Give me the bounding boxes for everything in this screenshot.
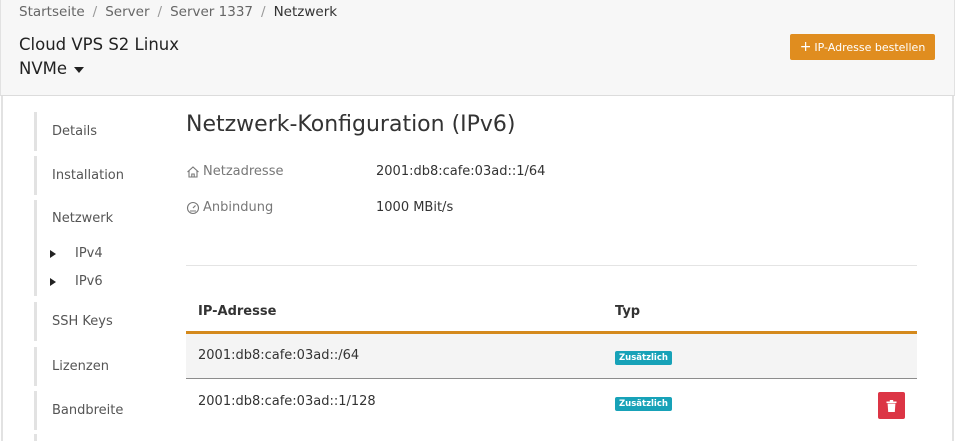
speedometer-icon — [186, 201, 200, 214]
network-address-value: 2001:db8:cafe:03ad::1/64 — [376, 164, 546, 179]
ip-address-cell: 2001:db8:cafe:03ad::1/128 — [198, 394, 376, 409]
breadcrumb: Startseite / Server / Server 1337 / Netzwerk — [19, 4, 337, 20]
server-selector[interactable]: Cloud VPS S2 Linux NVMe — [19, 33, 179, 81]
sidebar-item-label: IPv4 — [75, 246, 103, 261]
sidebar-item-lizenzen[interactable]: Lizenzen — [34, 347, 164, 386]
breadcrumb-separator: / — [92, 4, 98, 20]
table-header: IP-Adresse Typ — [186, 291, 917, 334]
table-row: 2001:db8:cafe:03ad::1/128 Zusätzlich — [186, 380, 917, 425]
sidebar-item-label: Installation — [52, 168, 125, 183]
sidebar-item-label: Details — [52, 124, 98, 139]
column-header-ip: IP-Adresse — [198, 304, 277, 319]
sidebar-item-installation[interactable]: Installation — [34, 156, 164, 195]
sidebar-item-label: Netzwerk — [52, 211, 114, 226]
server-title-line1: Cloud VPS S2 Linux — [19, 35, 180, 54]
page-title: Netzwerk-Konfiguration (IPv6) — [186, 112, 516, 137]
sidebar-item-more — [34, 434, 164, 441]
sidebar-item-ipv4[interactable]: IPv4 — [50, 246, 103, 261]
connection-label: Anbindung — [186, 200, 273, 215]
home-icon — [187, 165, 199, 178]
sidebar-item-label: SSH Keys — [52, 314, 113, 329]
table-row: 2001:db8:cafe:03ad::/64 Zusätzlich — [186, 334, 917, 379]
delete-ip-button[interactable] — [878, 392, 905, 419]
sidebar-item-ssh-keys[interactable]: SSH Keys — [34, 302, 164, 341]
server-title-line2: NVMe — [19, 59, 68, 78]
column-header-type: Typ — [615, 304, 641, 319]
page-header: Startseite / Server / Server 1337 / Netzwerk C… — [0, 0, 955, 96]
type-badge: Zusätzlich — [615, 397, 672, 411]
breadcrumb-server[interactable]: Server — [105, 4, 149, 20]
breadcrumb-netzwerk: Netzwerk — [273, 4, 338, 20]
caret-down-icon — [74, 66, 85, 73]
breadcrumb-separator: / — [261, 4, 266, 20]
breadcrumb-server-1337[interactable]: Server 1337 — [170, 4, 253, 20]
triangle-right-icon — [50, 277, 56, 286]
order-ip-button[interactable]: + IP-Adresse bestellen — [790, 34, 935, 60]
sidebar-item-label: IPv6 — [75, 274, 103, 289]
ip-address-cell: 2001:db8:cafe:03ad::/64 — [198, 348, 360, 363]
sidebar-item-ipv6[interactable]: IPv6 — [50, 274, 103, 289]
connection-label-text: Anbindung — [203, 200, 274, 215]
sidebar-item-label: Lizenzen — [52, 359, 109, 374]
section-divider — [186, 265, 917, 266]
type-badge: Zusätzlich — [615, 351, 672, 365]
sidebar-item-label: Bandbreite — [52, 403, 124, 418]
connection-value: 1000 MBit/s — [376, 200, 454, 215]
plus-icon: + — [799, 39, 812, 55]
sidebar-item-bandbreite[interactable]: Bandbreite — [34, 391, 164, 430]
breadcrumb-startseite[interactable]: Startseite — [19, 4, 85, 20]
network-address-label-text: Netzadresse — [203, 164, 284, 179]
breadcrumb-separator: / — [157, 4, 163, 20]
network-address-label: Netzadresse — [186, 164, 283, 179]
order-ip-button-label: IP-Adresse bestellen — [814, 40, 926, 54]
triangle-right-icon — [50, 249, 56, 258]
sidebar-item-details[interactable]: Details — [34, 112, 164, 151]
trash-icon — [886, 399, 897, 412]
